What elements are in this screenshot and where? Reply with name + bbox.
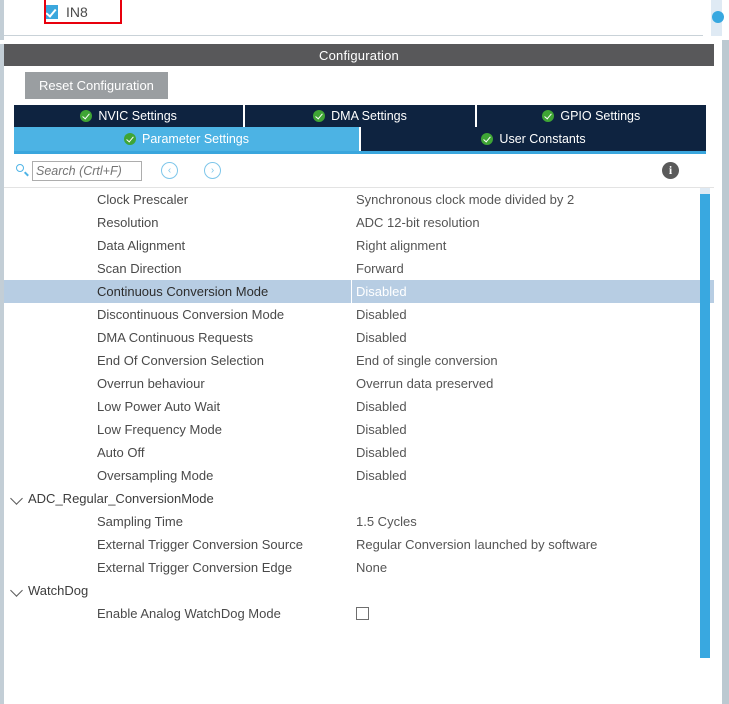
parameter-value[interactable]: Disabled <box>356 422 407 437</box>
parameter-value[interactable]: Regular Conversion launched by software <box>356 537 597 552</box>
table-row[interactable]: Low Frequency Mode Disabled <box>4 418 714 441</box>
table-row[interactable]: External Trigger Conversion Source Regul… <box>4 533 714 556</box>
group-header-adc-regular-conversionmode[interactable]: ADC_Regular_ConversionMode <box>4 487 714 510</box>
channel-list: IN8 <box>4 0 703 36</box>
table-row-selected[interactable]: Continuous Conversion Mode Disabled <box>4 280 714 303</box>
table-row[interactable]: Enable Analog WatchDog Mode <box>4 602 714 625</box>
table-row[interactable]: Resolution ADC 12-bit resolution <box>4 211 714 234</box>
parameter-value[interactable]: Disabled <box>356 330 407 345</box>
parameter-value[interactable]: Disabled <box>356 307 407 322</box>
table-row[interactable]: Low Power Auto Wait Disabled <box>4 395 714 418</box>
configuration-toolbar: Reset Configuration <box>4 66 714 105</box>
table-row[interactable]: Auto Off Disabled <box>4 441 714 464</box>
tab-gpio-settings[interactable]: GPIO Settings <box>476 105 706 127</box>
chevron-down-icon[interactable] <box>10 584 23 597</box>
reset-configuration-button[interactable]: Reset Configuration <box>25 72 168 99</box>
parameter-name: Enable Analog WatchDog Mode <box>97 606 281 621</box>
table-row[interactable]: DMA Continuous Requests Disabled <box>4 326 714 349</box>
window-scroll-rail[interactable] <box>722 0 729 704</box>
tab-user-constants[interactable]: User Constants <box>361 127 706 151</box>
parameter-value[interactable]: Disabled <box>356 284 407 299</box>
valid-check-icon <box>313 110 326 122</box>
parameter-name: Resolution <box>97 215 159 230</box>
valid-check-icon <box>542 110 555 122</box>
parameter-value[interactable]: Disabled <box>356 445 407 460</box>
table-row[interactable]: Oversampling Mode Disabled <box>4 464 714 487</box>
search-next-icon[interactable]: › <box>204 162 221 179</box>
parameter-name: Low Power Auto Wait <box>97 399 221 414</box>
valid-check-icon <box>481 133 494 145</box>
tab-label: Parameter Settings <box>142 132 249 146</box>
table-row[interactable]: Data Alignment Right alignment <box>4 234 714 257</box>
tab-label: User Constants <box>499 132 586 146</box>
parameter-value[interactable]: None <box>356 560 387 575</box>
tab-nvic-settings[interactable]: NVIC Settings <box>14 105 246 127</box>
parameter-name: External Trigger Conversion Source <box>97 537 303 552</box>
tab-label: DMA Settings <box>331 109 407 123</box>
parameter-list-scroll-thumb[interactable] <box>700 194 710 658</box>
parameter-value[interactable]: Synchronous clock mode divided by 2 <box>356 192 574 207</box>
table-row[interactable]: End Of Conversion Selection End of singl… <box>4 349 714 372</box>
page-title: Configuration <box>319 47 399 63</box>
group-label: WatchDog <box>28 583 89 598</box>
search-input[interactable] <box>32 160 142 181</box>
parameter-name: Clock Prescaler <box>97 192 189 207</box>
channel-scroll-thumb[interactable] <box>712 11 724 23</box>
parameter-name: External Trigger Conversion Edge <box>97 560 293 575</box>
configuration-panel: Configuration Reset Configuration NVIC S… <box>0 44 714 704</box>
configuration-title-bar: Configuration <box>4 44 714 66</box>
table-row[interactable]: Scan Direction Forward <box>4 257 714 280</box>
chevron-down-icon[interactable] <box>10 492 23 505</box>
parameter-value[interactable]: End of single conversion <box>356 353 498 368</box>
info-icon[interactable]: i <box>662 162 679 179</box>
table-row[interactable]: Overrun behaviour Overrun data preserved <box>4 372 714 395</box>
parameter-name: Sampling Time <box>97 514 183 529</box>
parameter-list: Clock Prescaler Synchronous clock mode d… <box>4 187 714 667</box>
group-header-watchdog[interactable]: WatchDog <box>4 579 714 602</box>
channel-checkbox-in8[interactable] <box>44 5 58 19</box>
parameter-name: Overrun behaviour <box>97 376 205 391</box>
parameter-name: Data Alignment <box>97 238 186 253</box>
parameter-name: Low Frequency Mode <box>97 422 223 437</box>
parameter-name: Auto Off <box>97 445 145 460</box>
parameter-value[interactable]: 1.5 Cycles <box>356 514 417 529</box>
parameter-search-bar: ‹ › i <box>4 154 714 187</box>
parameter-value[interactable]: Forward <box>356 261 404 276</box>
valid-check-icon <box>124 133 136 145</box>
table-row[interactable]: Discontinuous Conversion Mode Disabled <box>4 303 714 326</box>
channel-item-in8[interactable]: IN8 <box>44 0 88 24</box>
parameter-name: Oversampling Mode <box>97 468 214 483</box>
parameter-name: DMA Continuous Requests <box>97 330 254 345</box>
table-row[interactable]: Sampling Time 1.5 Cycles <box>4 510 714 533</box>
tab-parameter-settings[interactable]: Parameter Settings <box>14 127 361 151</box>
channel-label-in8: IN8 <box>66 4 88 20</box>
valid-check-icon <box>80 110 93 122</box>
parameter-value[interactable]: Disabled <box>356 468 407 483</box>
pinout-channel-panel: IN8 <box>0 0 729 40</box>
search-icon <box>14 163 30 179</box>
enable-analog-watchdog-checkbox[interactable] <box>356 607 369 620</box>
parameter-name: Continuous Conversion Mode <box>97 284 269 299</box>
table-row[interactable]: Clock Prescaler Synchronous clock mode d… <box>4 188 714 211</box>
tab-label: NVIC Settings <box>98 109 177 123</box>
settings-tab-bar-row1: NVIC Settings DMA Settings GPIO Settings <box>14 105 706 127</box>
table-row[interactable]: External Trigger Conversion Edge None <box>4 556 714 579</box>
tab-label: GPIO Settings <box>560 109 641 123</box>
search-prev-icon[interactable]: ‹ <box>161 162 178 179</box>
parameter-name: Discontinuous Conversion Mode <box>97 307 285 322</box>
group-label: ADC_Regular_ConversionMode <box>28 491 214 506</box>
parameter-value[interactable]: Disabled <box>356 399 407 414</box>
tab-dma-settings[interactable]: DMA Settings <box>245 105 477 127</box>
parameter-value[interactable]: Overrun data preserved <box>356 376 493 391</box>
parameter-value[interactable]: Right alignment <box>356 238 446 253</box>
parameter-value[interactable]: ADC 12-bit resolution <box>356 215 480 230</box>
parameter-name: Scan Direction <box>97 261 182 276</box>
settings-tab-bar-row2: Parameter Settings User Constants <box>14 127 706 151</box>
parameter-name: End Of Conversion Selection <box>97 353 264 368</box>
